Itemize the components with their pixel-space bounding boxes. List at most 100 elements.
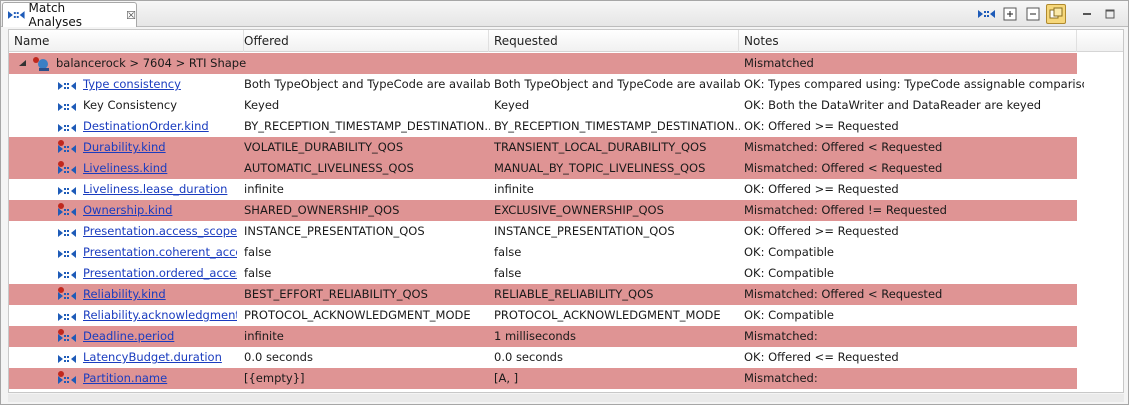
row-requested: false: [494, 266, 522, 280]
row-requested: 1 milliseconds: [494, 329, 576, 343]
row-offered: false: [244, 266, 272, 280]
qos-match-icon: [58, 82, 76, 90]
qos-mismatch-icon: [58, 287, 76, 300]
bottom-bar: [8, 394, 1124, 402]
row-name[interactable]: Ownership.kind: [83, 200, 237, 221]
tree-header: Name Offered Requested Notes: [9, 30, 1123, 52]
root-notes: Mismatched: [744, 56, 814, 70]
tree-row[interactable]: Reliability.acknowledgment_kind PROTOCOL_…: [9, 305, 1123, 326]
row-name[interactable]: Reliability.kind: [83, 284, 237, 305]
row-requested: INSTANCE_PRESENTATION_QOS: [494, 224, 675, 238]
tree-row[interactable]: Key Consistency Keyed Keyed OK: Both the Da…: [9, 95, 1123, 116]
row-notes: Mismatched: Offered < Requested: [744, 287, 943, 301]
maximize-icon[interactable]: [1100, 4, 1120, 24]
tree-row[interactable]: Partition.name [{empty}] [A, ] Mismatched:: [9, 368, 1123, 389]
row-name[interactable]: Liveliness.lease_duration: [83, 179, 237, 200]
qos-mismatch-icon: [58, 161, 76, 174]
tree-row[interactable]: Presentation.ordered_access false false OK:…: [9, 263, 1123, 284]
match-icon[interactable]: [977, 4, 997, 24]
row-name[interactable]: Liveliness.kind: [83, 158, 237, 179]
row-notes: OK: Compatible: [744, 308, 835, 322]
tree-row[interactable]: Presentation.coherent_access false false OK…: [9, 242, 1123, 263]
row-name[interactable]: Deadline.period: [83, 326, 237, 347]
tree-row[interactable]: LatencyBudget.duration 0.0 seconds 0.0 sec…: [9, 347, 1123, 368]
match-analyses-view: Match Analyses ☒ Name Offered Requested …: [0, 0, 1129, 405]
row-notes: Mismatched: Offered != Requested: [744, 203, 947, 217]
view-toolbar: [974, 3, 1120, 25]
collapse-arrow-icon[interactable]: [18, 59, 27, 68]
qos-match-icon: [58, 250, 76, 258]
row-name[interactable]: Durability.kind: [83, 137, 237, 158]
row-offered: BY_RECEPTION_TIMESTAMP_DESTINATION...: [244, 119, 490, 133]
qos-mismatch-icon: [58, 203, 76, 216]
row-requested: RELIABLE_RELIABILITY_QOS: [494, 287, 654, 301]
row-requested: false: [494, 245, 522, 259]
tab-title: Match Analyses: [28, 1, 83, 29]
tree-row[interactable]: Type consistency Both TypeObject and Type…: [9, 74, 1123, 95]
row-name[interactable]: Presentation.ordered_access: [83, 263, 237, 284]
row-notes: Mismatched: Offered < Requested: [744, 140, 943, 154]
tree-rows: balancerock > 7604 > RTI Shapes Mismatch…: [9, 53, 1123, 389]
participant-icon: [33, 57, 49, 71]
row-name: Key Consistency: [83, 98, 178, 112]
tree-row[interactable]: Durability.kind VOLATILE_DURABILITY_QOS TR…: [9, 137, 1123, 158]
tree-row[interactable]: Liveliness.lease_duration infinite infinit…: [9, 179, 1123, 200]
column-header-requested[interactable]: Requested: [489, 30, 739, 52]
row-notes: Mismatched:: [744, 371, 818, 385]
tree-row[interactable]: Deadline.period infinite 1 milliseconds Mis…: [9, 326, 1123, 347]
tree-root-row[interactable]: balancerock > 7604 > RTI Shapes Mismatch…: [9, 53, 1123, 74]
row-offered: PROTOCOL_ACKNOWLEDGMENT_MODE: [244, 308, 471, 322]
row-notes: OK: Offered >= Requested: [744, 182, 899, 196]
tree-row[interactable]: Reliability.kind BEST_EFFORT_RELIABILITY_…: [9, 284, 1123, 305]
row-notes: OK: Types compared using: TypeCode assig…: [744, 77, 1084, 91]
column-header-notes[interactable]: Notes: [739, 30, 1077, 52]
row-requested: [A, ]: [494, 371, 519, 385]
column-header-offered[interactable]: Offered: [239, 30, 489, 52]
row-name[interactable]: Presentation.access_scope: [83, 221, 237, 242]
root-label: balancerock > 7604 > RTI Shapes: [56, 56, 246, 70]
row-name[interactable]: Presentation.coherent_access: [83, 242, 237, 263]
row-offered: Both TypeObject and TypeCode are availab…: [244, 77, 490, 91]
qos-match-icon: [58, 103, 76, 111]
qos-match-icon: [58, 124, 76, 132]
collapse-all-icon[interactable]: [1023, 4, 1043, 24]
row-name[interactable]: LatencyBudget.duration: [83, 347, 237, 368]
expand-all-icon[interactable]: [1000, 4, 1020, 24]
row-name[interactable]: Reliability.acknowledgment_kind: [83, 305, 237, 326]
match-analysis-tree[interactable]: Name Offered Requested Notes balancerock…: [8, 29, 1124, 393]
qos-match-icon: [58, 313, 76, 321]
tree-row[interactable]: Presentation.access_scope INSTANCE_PRESEN…: [9, 221, 1123, 242]
match-icon: [8, 11, 25, 19]
row-name[interactable]: DestinationOrder.kind: [83, 116, 237, 137]
qos-match-icon: [58, 271, 76, 279]
row-name[interactable]: Partition.name: [83, 368, 237, 389]
row-offered: AUTOMATIC_LIVELINESS_QOS: [244, 161, 414, 175]
tree-row[interactable]: Ownership.kind SHARED_OWNERSHIP_QOS EXCLUS…: [9, 200, 1123, 221]
row-offered: 0.0 seconds: [244, 350, 313, 364]
close-icon[interactable]: ☒: [126, 9, 136, 22]
qos-match-icon: [58, 355, 76, 363]
row-offered: VOLATILE_DURABILITY_QOS: [244, 140, 404, 154]
row-requested: PROTOCOL_ACKNOWLEDGMENT_MODE: [494, 308, 721, 322]
row-requested: 0.0 seconds: [494, 350, 563, 364]
row-notes: OK: Compatible: [744, 266, 835, 280]
tree-row[interactable]: Liveliness.kind AUTOMATIC_LIVELINESS_QOS M…: [9, 158, 1123, 179]
column-header-name[interactable]: Name: [9, 30, 244, 52]
row-notes: OK: Both the DataWriter and DataReader a…: [744, 98, 1042, 112]
tab-match-analyses[interactable]: Match Analyses ☒: [2, 1, 137, 29]
row-requested: Keyed: [494, 98, 530, 112]
row-notes: Mismatched:: [744, 329, 818, 343]
row-offered: Keyed: [244, 98, 280, 112]
row-requested: MANUAL_BY_TOPIC_LIVELINESS_QOS: [494, 161, 706, 175]
minimize-icon[interactable]: [1077, 4, 1097, 24]
link-icon[interactable]: [1046, 4, 1066, 24]
qos-match-icon: [58, 229, 76, 237]
row-notes: OK: Offered >= Requested: [744, 224, 899, 238]
row-name[interactable]: Type consistency: [83, 74, 237, 95]
row-offered: BEST_EFFORT_RELIABILITY_QOS: [244, 287, 428, 301]
row-offered: [{empty}]: [244, 371, 305, 385]
row-notes: Mismatched: Offered < Requested: [744, 161, 943, 175]
row-offered: INSTANCE_PRESENTATION_QOS: [244, 224, 425, 238]
tree-row[interactable]: DestinationOrder.kind BY_RECEPTION_TIMEST…: [9, 116, 1123, 137]
qos-mismatch-icon: [58, 371, 76, 384]
